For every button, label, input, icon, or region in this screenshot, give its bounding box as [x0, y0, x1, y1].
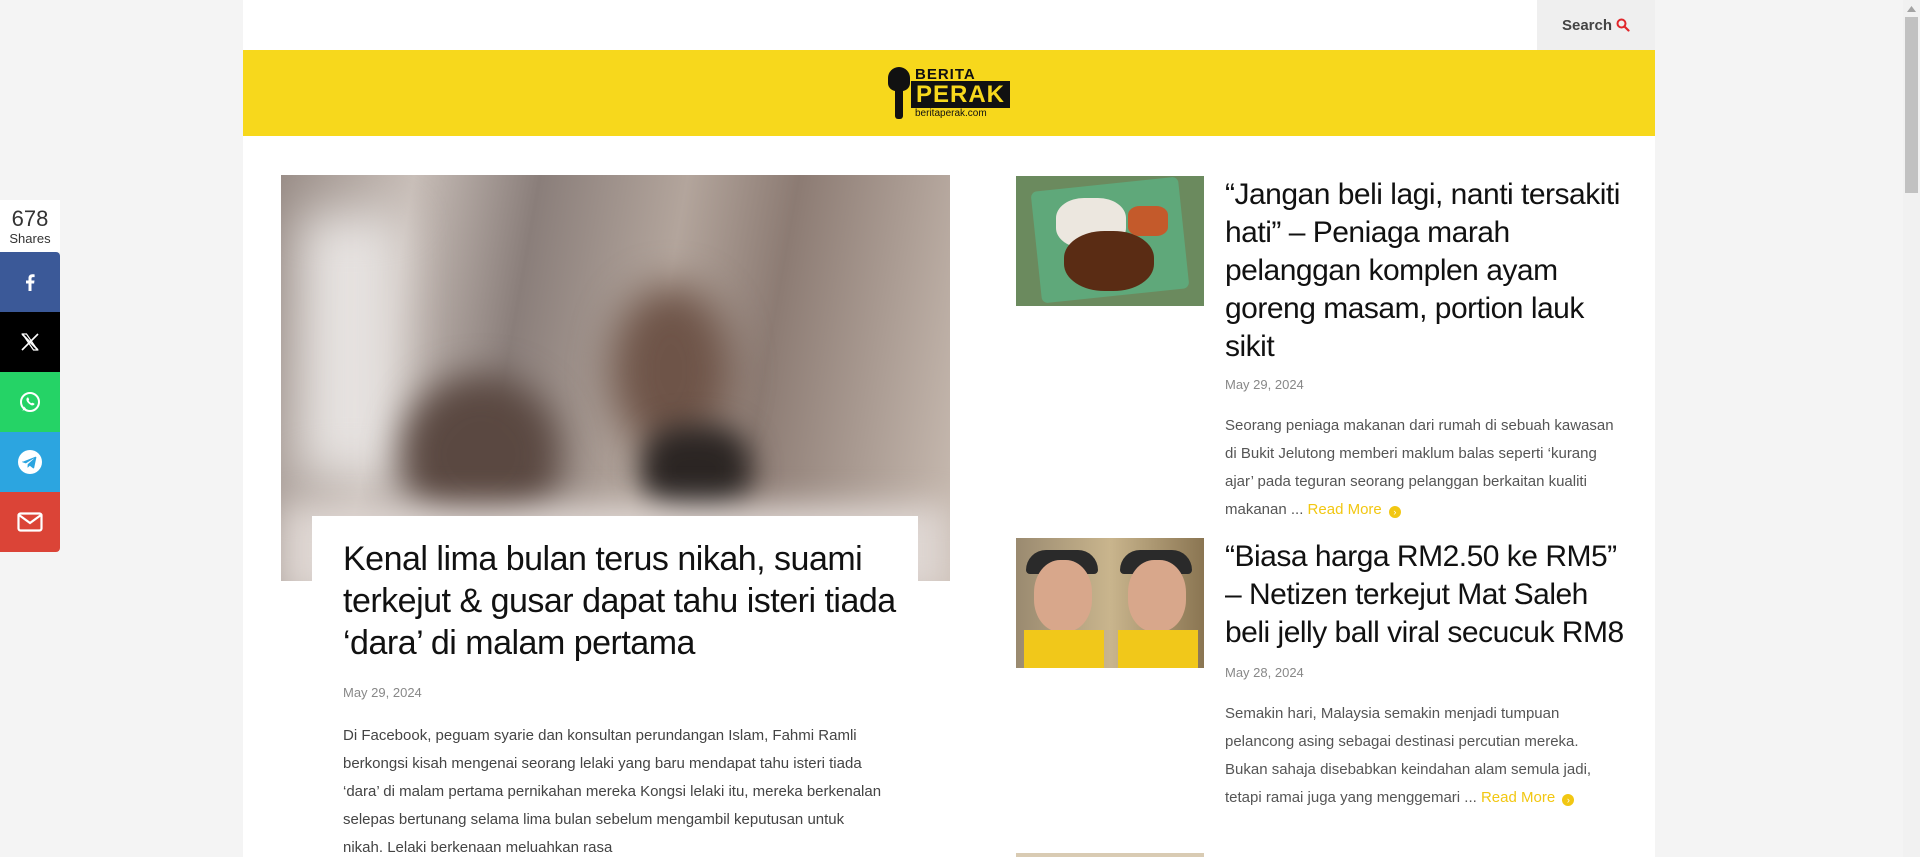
page-scrollbar[interactable] [1903, 0, 1920, 857]
share-count-number: 678 [11, 206, 49, 231]
article-title[interactable]: “Biasa harga RM2.50 ke RM5” – Netizen te… [1225, 538, 1625, 652]
article-excerpt-text: Seorang peniaga makanan dari rumah di se… [1225, 417, 1614, 518]
share-whatsapp-button[interactable] [0, 372, 60, 432]
featured-date: May 29, 2024 [343, 685, 422, 700]
chevron-right-icon: › [1562, 794, 1575, 806]
article-date: May 28, 2024 [1225, 665, 1304, 680]
share-bar: 678 Shares [0, 200, 60, 552]
share-x-button[interactable] [0, 312, 60, 372]
scrollbar-thumb[interactable] [1905, 17, 1918, 193]
featured-title[interactable]: Kenal lima bulan terus nikah, suami terk… [343, 538, 903, 664]
share-telegram-button[interactable] [0, 432, 60, 492]
share-facebook-button[interactable] [0, 252, 60, 312]
site-header: BERITA PERAK beritaperak.com [243, 50, 1655, 136]
side-article: “Biasa harga RM2.50 ke RM5” – Netizen te… [1016, 538, 1624, 857]
scroll-up-icon[interactable] [1903, 0, 1920, 17]
article-thumbnail[interactable] [1016, 538, 1204, 668]
article-thumbnail[interactable] [1016, 853, 1204, 857]
email-icon [17, 512, 43, 532]
site-logo[interactable]: BERITA PERAK beritaperak.com [885, 64, 1013, 122]
read-more-link[interactable]: Read More › [1480, 789, 1575, 806]
telegram-icon [18, 450, 42, 474]
search-icon [1616, 18, 1630, 32]
article-excerpt: Semakin hari, Malaysia semakin menjadi t… [1225, 700, 1625, 812]
read-more-link[interactable]: Read More › [1308, 501, 1401, 518]
article-title[interactable]: “Jangan beli lagi, nanti tersakiti hati”… [1225, 176, 1625, 366]
share-count-label: Shares [9, 231, 51, 246]
read-more-label: Read More [1480, 789, 1556, 806]
search-label: Search [1561, 16, 1613, 34]
share-email-button[interactable] [0, 492, 60, 552]
whatsapp-icon [20, 392, 40, 412]
search-button[interactable]: Search [1537, 0, 1655, 50]
side-article: “Jangan beli lagi, nanti tersakiti hati”… [1016, 176, 1620, 526]
top-bar: Search [243, 0, 1655, 50]
page-container: Search BERITA PERAK beritaperak.com Kena… [243, 0, 1655, 857]
logo-text-main: PERAK [911, 81, 1011, 108]
article-date: May 29, 2024 [1225, 377, 1304, 392]
article-excerpt: Seorang peniaga makanan dari rumah di se… [1225, 412, 1625, 524]
microphone-icon [888, 67, 910, 91]
chevron-right-icon: › [1388, 506, 1401, 518]
x-icon [21, 333, 39, 351]
share-count: 678 Shares [0, 200, 60, 252]
facebook-icon [26, 274, 35, 291]
featured-excerpt: Di Facebook, peguam syarie dan konsultan… [343, 727, 882, 856]
logo-url: beritaperak.com [915, 108, 987, 119]
read-more-label: Read More [1307, 501, 1382, 518]
article-thumbnail[interactable] [1016, 176, 1204, 306]
